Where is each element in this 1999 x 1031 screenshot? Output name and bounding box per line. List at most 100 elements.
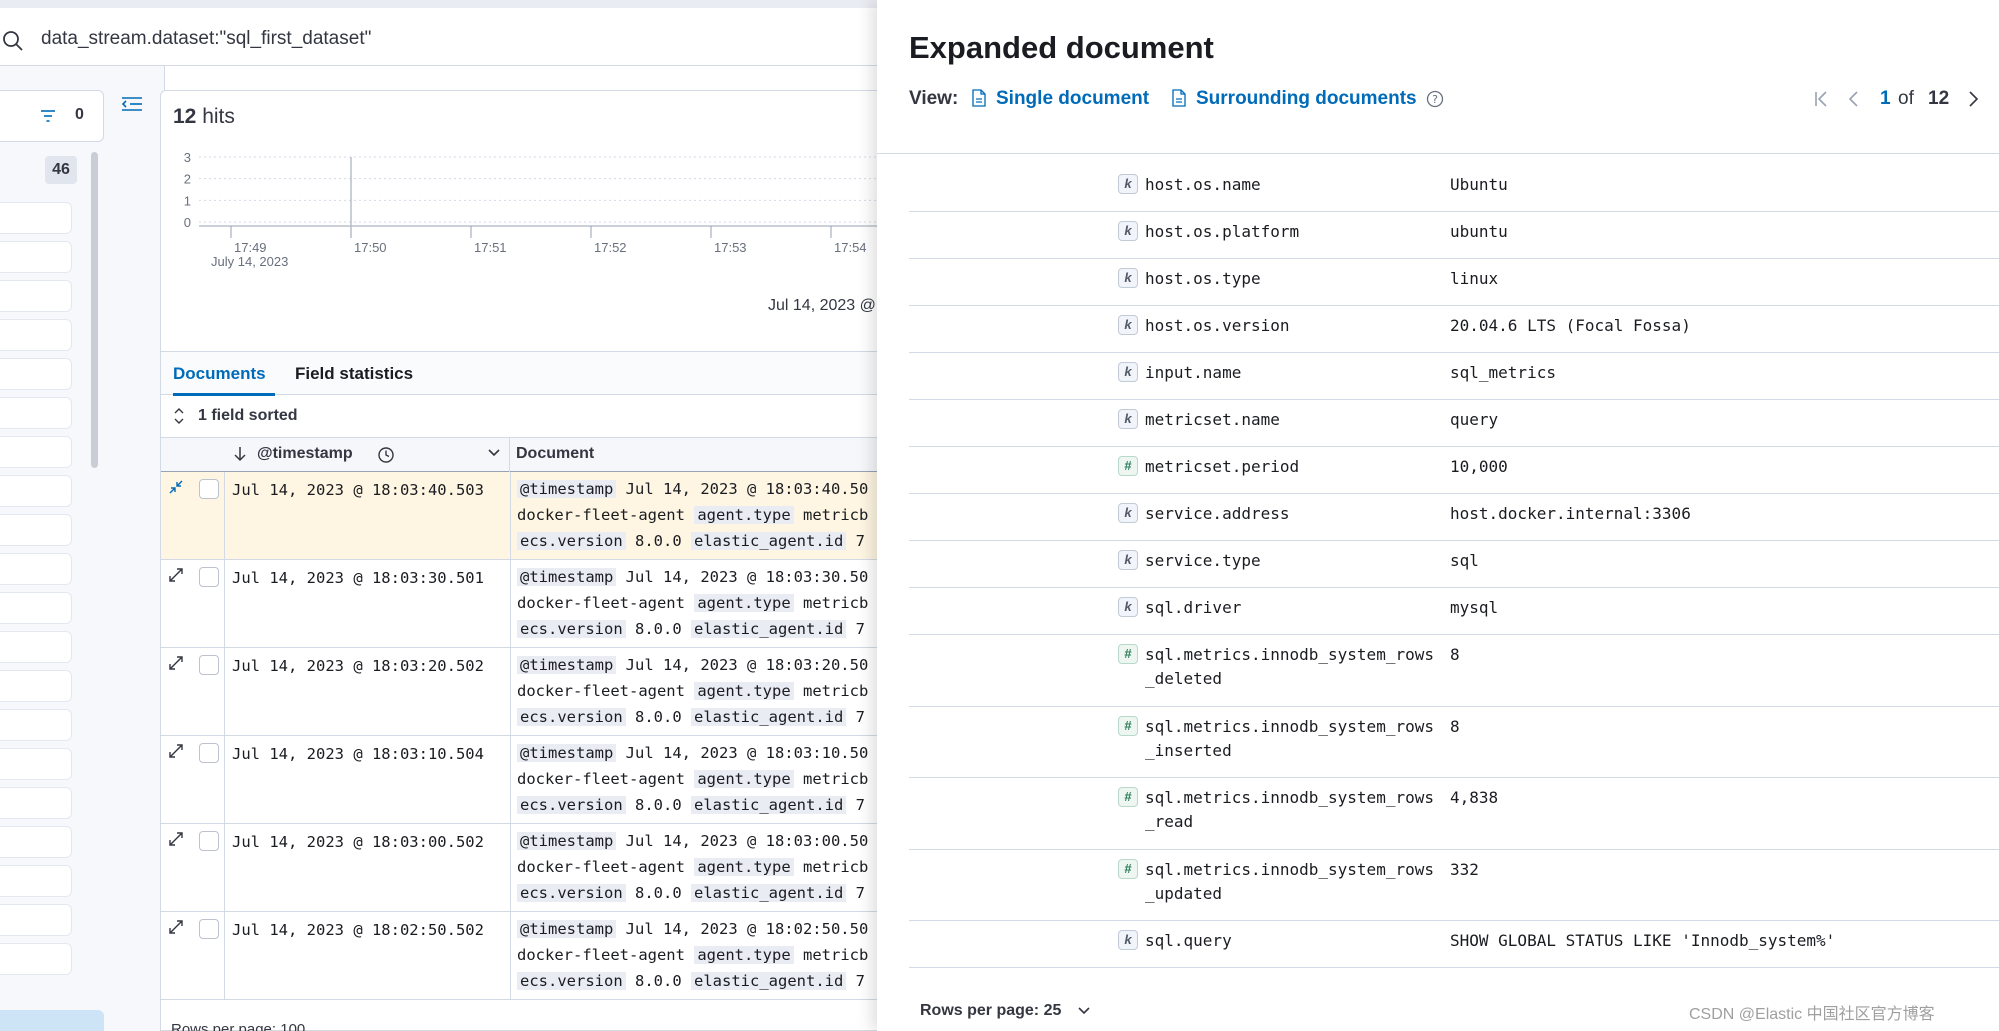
collapse-row-icon[interactable] bbox=[169, 480, 183, 494]
keyword-type-icon: k bbox=[1118, 409, 1138, 429]
rows-per-page-select[interactable]: Rows per page: 25 bbox=[920, 1002, 1061, 1020]
surrounding-documents-link[interactable]: Surrounding documents bbox=[1196, 88, 1417, 110]
column-header-document[interactable]: Document bbox=[510, 438, 877, 472]
field-item[interactable] bbox=[0, 553, 72, 585]
sort-toolbar[interactable]: 1 field sorted bbox=[161, 396, 877, 438]
field-item[interactable] bbox=[0, 436, 72, 468]
search-input[interactable]: data_stream.dataset:"sql_first_dataset" bbox=[41, 28, 371, 50]
field-item[interactable] bbox=[0, 826, 72, 858]
table-row[interactable]: Jul 14, 2023 @ 18:03:40.503 @timestamp J… bbox=[161, 472, 877, 560]
single-document-link[interactable]: Single document bbox=[996, 88, 1149, 110]
help-icon[interactable]: ? bbox=[1426, 90, 1444, 108]
field-row[interactable]: # sql.metrics.innodb_system_rows_updated 3… bbox=[909, 850, 1999, 921]
field-filter-button[interactable]: 0 bbox=[0, 90, 104, 142]
row-timestamp: Jul 14, 2023 @ 18:03:00.502 bbox=[232, 833, 484, 851]
field-item[interactable] bbox=[0, 631, 72, 663]
field-item[interactable] bbox=[0, 241, 72, 273]
rows-per-page-select[interactable]: Rows per page: 100 bbox=[171, 1021, 305, 1031]
field-row[interactable]: # sql.metrics.innodb_system_rows_read 4,83… bbox=[909, 778, 1999, 850]
grid-header: @timestamp Document bbox=[161, 438, 877, 472]
field-row[interactable]: k host.os.type linux bbox=[909, 259, 1999, 306]
table-row[interactable]: Jul 14, 2023 @ 18:02:50.502 @timestamp J… bbox=[161, 912, 877, 1000]
x-tick-label: 17:52 bbox=[594, 240, 627, 255]
field-name: host.os.name bbox=[1145, 175, 1261, 194]
doc-value: metricb bbox=[803, 946, 869, 964]
number-type-icon: # bbox=[1118, 787, 1138, 807]
previous-page-icon[interactable] bbox=[1848, 90, 1860, 108]
row-checkbox[interactable] bbox=[199, 743, 219, 763]
field-row[interactable]: k host.os.version 20.04.6 LTS (Focal Fossa… bbox=[909, 306, 1999, 353]
field-row[interactable]: k input.name sql_metrics bbox=[909, 353, 1999, 400]
field-item[interactable] bbox=[0, 787, 72, 819]
field-item[interactable] bbox=[0, 943, 72, 975]
expand-row-icon[interactable] bbox=[169, 744, 183, 758]
table-row[interactable]: Jul 14, 2023 @ 18:03:00.502 @timestamp J… bbox=[161, 824, 877, 912]
field-row[interactable]: k host.os.name Ubuntu bbox=[909, 165, 1999, 212]
first-page-icon[interactable] bbox=[1814, 90, 1830, 108]
field-row[interactable]: k sql.driver mysql bbox=[909, 588, 1999, 635]
add-field-button[interactable] bbox=[0, 1010, 104, 1031]
field-item[interactable] bbox=[0, 748, 72, 780]
field-row[interactable]: # metricset.period 10,000 bbox=[909, 447, 1999, 494]
field-item[interactable] bbox=[0, 670, 72, 702]
column-header-timestamp[interactable]: @timestamp bbox=[225, 438, 510, 472]
doc-value: docker-fleet-agent bbox=[517, 682, 685, 700]
field-row[interactable]: # sql.metrics.innodb_system_rows_deleted 8 bbox=[909, 635, 1999, 707]
field-name: sql.metrics.innodb_system_rows_updated bbox=[1145, 859, 1434, 903]
field-name: host.os.platform bbox=[1145, 222, 1300, 241]
field-item[interactable] bbox=[0, 514, 72, 546]
field-item[interactable] bbox=[0, 358, 72, 390]
row-checkbox[interactable] bbox=[199, 919, 219, 939]
field-item[interactable] bbox=[0, 202, 72, 234]
row-checkbox[interactable] bbox=[199, 567, 219, 587]
field-item[interactable] bbox=[0, 709, 72, 741]
expand-row-icon[interactable] bbox=[169, 920, 183, 934]
doc-value: 8.0.0 bbox=[635, 708, 682, 726]
field-item[interactable] bbox=[0, 904, 72, 936]
table-row[interactable]: Jul 14, 2023 @ 18:03:30.501 @timestamp J… bbox=[161, 560, 877, 648]
next-page-icon[interactable] bbox=[1967, 90, 1979, 108]
expand-row-icon[interactable] bbox=[169, 656, 183, 670]
tab-field-statistics[interactable]: Field statistics bbox=[295, 364, 413, 384]
field-row[interactable]: k sql.query SHOW GLOBAL STATUS LIKE 'Innod… bbox=[909, 921, 1999, 968]
field-item[interactable] bbox=[0, 280, 72, 312]
row-checkbox[interactable] bbox=[199, 655, 219, 675]
collapse-sidebar-icon[interactable] bbox=[120, 94, 144, 114]
query-bar[interactable]: data_stream.dataset:"sql_first_dataset" bbox=[0, 8, 877, 66]
expand-row-icon[interactable] bbox=[169, 568, 183, 582]
doc-value: 8.0.0 bbox=[635, 884, 682, 902]
doc-value: docker-fleet-agent bbox=[517, 946, 685, 964]
doc-key: @timestamp bbox=[517, 568, 617, 586]
hits-label: hits bbox=[202, 105, 235, 128]
field-item[interactable] bbox=[0, 475, 72, 507]
row-document: @timestamp Jul 14, 2023 @ 18:03:00.50 do… bbox=[510, 824, 877, 912]
doc-value: 7 bbox=[855, 884, 866, 902]
row-checkbox[interactable] bbox=[199, 831, 219, 851]
chevron-down-icon[interactable] bbox=[1077, 1006, 1091, 1016]
field-item[interactable] bbox=[0, 592, 72, 624]
field-row[interactable]: # sql.metrics.innodb_system_rows_inserted… bbox=[909, 707, 1999, 778]
y-tick-label: 2 bbox=[184, 172, 191, 187]
row-document: @timestamp Jul 14, 2023 @ 18:02:50.50 do… bbox=[510, 912, 877, 1000]
histogram-chart[interactable]: 0 1 2 3 17:49 17:50 17:51 17:52 17:53 17:54 July 1… bbox=[161, 151, 877, 301]
filter-icon bbox=[41, 110, 55, 122]
field-row[interactable]: k service.type sql bbox=[909, 541, 1999, 588]
field-row[interactable]: k host.os.platform ubuntu bbox=[909, 212, 1999, 259]
tab-documents[interactable]: Documents bbox=[173, 364, 266, 384]
field-value: 4,838 bbox=[1450, 788, 1499, 807]
doc-key: ecs.version bbox=[517, 532, 626, 550]
sidebar-scrollbar[interactable] bbox=[91, 152, 98, 468]
field-item[interactable] bbox=[0, 397, 72, 429]
doc-value: metricb bbox=[803, 858, 869, 876]
field-item[interactable] bbox=[0, 319, 72, 351]
field-item[interactable] bbox=[0, 865, 72, 897]
field-row[interactable]: k metricset.name query bbox=[909, 400, 1999, 447]
table-row[interactable]: Jul 14, 2023 @ 18:03:10.504 @timestamp J… bbox=[161, 736, 877, 824]
row-checkbox[interactable] bbox=[199, 479, 219, 499]
table-row[interactable]: Jul 14, 2023 @ 18:03:20.502 @timestamp J… bbox=[161, 648, 877, 736]
expand-row-icon[interactable] bbox=[169, 832, 183, 846]
filter-count: 0 bbox=[75, 106, 84, 123]
field-row[interactable]: k service.address host.docker.internal:330… bbox=[909, 494, 1999, 541]
sort-icon bbox=[174, 408, 184, 424]
chevron-down-icon[interactable] bbox=[487, 448, 501, 458]
